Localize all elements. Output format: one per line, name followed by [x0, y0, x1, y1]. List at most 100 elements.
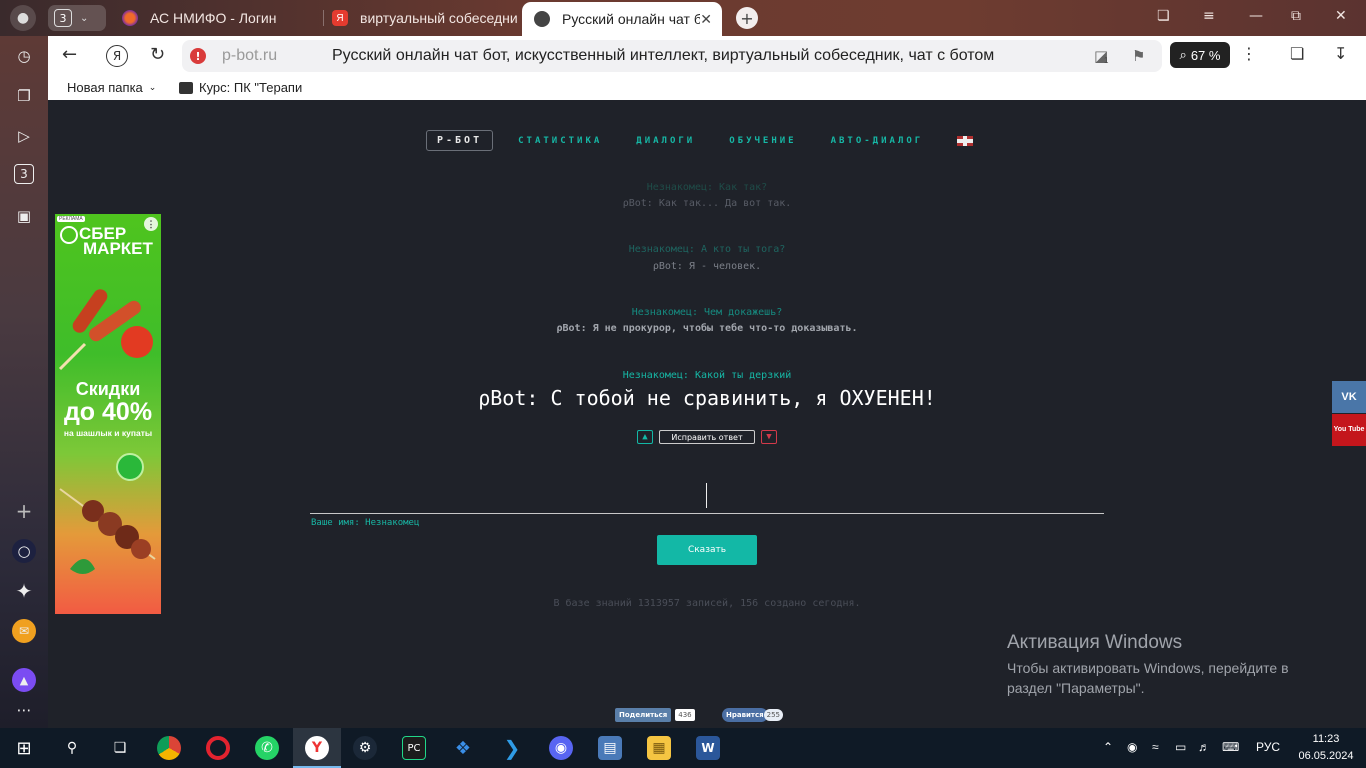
task-view-icon[interactable]: ❏ — [108, 736, 132, 760]
word-icon[interactable]: W — [696, 736, 720, 760]
bookmark-folder[interactable]: Новая папка ⌄ — [67, 80, 156, 95]
tabs-count-icon[interactable]: 3 — [14, 164, 34, 184]
keyboard-icon[interactable]: ⌨ — [1222, 740, 1239, 754]
windows-start-icon[interactable]: ⊞ — [12, 736, 36, 760]
name-label[interactable]: Ваше имя: Незнакомец — [311, 518, 419, 528]
clock[interactable]: 11:23 06.05.2024 — [1296, 731, 1356, 765]
menu-icon[interactable]: ≡ — [1203, 8, 1215, 24]
battery-icon[interactable]: ▭ — [1175, 740, 1186, 754]
tray-app-icon[interactable]: ◉ — [1127, 740, 1137, 754]
thumbs-up-icon[interactable]: ▲ — [637, 430, 653, 444]
nav-link-auto-dialog[interactable]: АВТО-ДИАЛОГ — [831, 136, 924, 146]
tab-title: Русский онлайн чат бот — [562, 11, 700, 27]
tab-yandex-search[interactable]: Я виртуальный собеседник — [332, 2, 518, 34]
file-explorer-icon[interactable]: ▦ — [647, 736, 671, 760]
vk-share[interactable]: Поделиться 436 — [615, 708, 695, 722]
pbot-favicon-icon — [534, 11, 550, 27]
minimize-icon[interactable]: — — [1249, 8, 1263, 24]
opera-icon[interactable] — [206, 736, 230, 760]
reload-icon[interactable]: ↻ — [150, 44, 165, 65]
tab-group-button[interactable]: 3 ⌄ — [48, 5, 106, 31]
ok-like[interactable]: Нравится 255 — [722, 708, 784, 722]
add-icon[interactable]: + — [12, 499, 36, 523]
navigation-bar: ← Я ↻ ! p-bot.ru Русский онлайн чат бот,… — [48, 36, 1366, 76]
tab-separator — [323, 10, 324, 26]
pycharm-icon[interactable]: PC — [402, 736, 426, 760]
sparkle-icon[interactable]: ✦ — [12, 579, 36, 603]
kebab-illustration — [59, 453, 156, 574]
chevron-down-icon: ⌄ — [80, 12, 89, 24]
ad-tag: РЕКЛАМА — [57, 216, 85, 222]
volume-icon[interactable]: ♬ — [1198, 740, 1210, 754]
mail-icon[interactable]: ✉ — [12, 619, 36, 643]
profile-icon[interactable]: ● — [10, 5, 36, 31]
whatsapp-icon[interactable]: ✆ — [255, 736, 279, 760]
vk-share-button[interactable]: Поделиться — [615, 708, 672, 722]
protect-badge: 1 — [1104, 56, 1109, 65]
collections-icon[interactable]: ❏ — [1157, 8, 1170, 24]
more-icon[interactable]: ⋯ — [12, 698, 36, 722]
nav-link-dialogs[interactable]: ДИАЛОГИ — [636, 136, 695, 146]
tab-pbot[interactable]: Русский онлайн чат бот ✕ — [522, 2, 722, 36]
tab-nmifo[interactable]: АС НМИФО - Логин — [122, 2, 322, 34]
nav-link-stats[interactable]: СТАТИСТИКА — [518, 136, 602, 146]
ad-brand-line2: МАРКЕТ — [83, 239, 153, 258]
tray-chevron-icon[interactable]: ⌃ — [1103, 740, 1113, 754]
chevron-down-icon: ⌄ — [148, 82, 157, 92]
camera-icon[interactable]: ▣ — [12, 204, 36, 228]
bookmarks-panel-icon[interactable]: ❏ — [1290, 44, 1304, 63]
network-app-icon[interactable]: ▤ — [598, 736, 622, 760]
collections-side-icon[interactable]: ❐ — [12, 84, 36, 108]
url-page-title: Русский онлайн чат бот, искусственный ин… — [332, 47, 995, 64]
more-icon[interactable]: ⋮ — [144, 217, 158, 231]
close-tab-icon[interactable]: ✕ — [700, 11, 712, 28]
ad-promo-line3: на шашлык и купаты — [63, 428, 153, 438]
steam-icon[interactable]: ⚙ — [353, 736, 377, 760]
chat-page: Р-БОТ СТАТИСТИКА ДИАЛОГИ ОБУЧЕНИЕ АВТО-Д… — [48, 100, 1366, 728]
history-icon[interactable]: ◷ — [12, 44, 36, 68]
current-bot-reply: ρBot: С тобой не сравинить, я ОХУЕНЕН! — [478, 386, 936, 410]
knowledge-base-stats: В базе знаний 1313957 записей, 156 созда… — [553, 598, 861, 609]
fix-answer-button[interactable]: Исправить ответ — [659, 430, 755, 444]
download-icon[interactable]: ↧ — [1334, 44, 1347, 63]
firefox-favicon-icon — [122, 10, 138, 26]
chrome-icon[interactable] — [157, 736, 181, 760]
ad-promo-line1: Скидки — [75, 379, 141, 399]
vscode-icon[interactable]: ❯ — [500, 736, 524, 760]
assistant-icon[interactable]: ▲ — [12, 668, 36, 692]
thumbs-down-icon[interactable]: ▼ — [761, 430, 777, 444]
brand-logo[interactable]: Р-БОТ — [426, 130, 494, 151]
back-icon[interactable]: ← — [62, 44, 77, 65]
yandex-browser-icon[interactable]: Y — [305, 736, 329, 760]
history-bot-2: ρBot: Я - человек. — [652, 261, 762, 272]
tab-title: виртуальный собеседник — [360, 10, 518, 26]
bookmark-course[interactable]: Курс: ПК "Терапи — [179, 80, 307, 95]
address-bar[interactable]: ! p-bot.ru Русский онлайн чат бот, искус… — [182, 40, 1162, 72]
restore-icon[interactable]: ⧉ — [1291, 8, 1301, 24]
close-window-icon[interactable]: ✕ — [1335, 8, 1347, 24]
vk-social-button[interactable]: VK — [1332, 381, 1366, 413]
search-icon[interactable]: ⚲ — [60, 736, 84, 760]
warning-icon[interactable]: ! — [190, 48, 206, 64]
nav-link-training[interactable]: ОБУЧЕНИЕ — [729, 136, 796, 146]
wifi-icon[interactable]: ≈ — [1152, 740, 1159, 754]
new-tab-button[interactable]: + — [736, 7, 758, 29]
uk-flag-icon[interactable] — [957, 135, 974, 146]
alice-icon[interactable]: ○ — [12, 539, 36, 563]
message-input[interactable] — [310, 513, 1104, 514]
youtube-social-button[interactable]: You Tube — [1332, 414, 1366, 446]
play-icon[interactable]: ▷ — [12, 124, 36, 148]
site-nav: Р-БОТ СТАТИСТИКА ДИАЛОГИ ОБУЧЕНИЕ АВТО-Д… — [426, 128, 974, 153]
ok-like-button[interactable]: Нравится — [722, 708, 768, 722]
bookmark-icon[interactable]: ⚑ — [1132, 47, 1145, 65]
language-indicator[interactable]: РУС — [1256, 740, 1280, 754]
bluetooth-app-icon[interactable]: ❖ — [451, 736, 475, 760]
yandex-home-icon[interactable]: Я — [106, 45, 128, 67]
bookmark-label: Новая папка — [67, 80, 143, 95]
more-options-icon[interactable]: ⋮ — [1241, 44, 1257, 63]
discord-icon[interactable]: ◉ — [549, 736, 573, 760]
zoom-indicator[interactable]: ⌕ 67 % — [1170, 42, 1230, 68]
say-button[interactable]: Сказать — [657, 535, 757, 565]
current-user-message: Незнакомец: Какой ты дерзкий — [622, 370, 792, 381]
sbermarket-ad[interactable]: РЕКЛАМА ⋮ СБЕР МАРКЕТ Скидки до 40% на ш… — [55, 214, 161, 614]
